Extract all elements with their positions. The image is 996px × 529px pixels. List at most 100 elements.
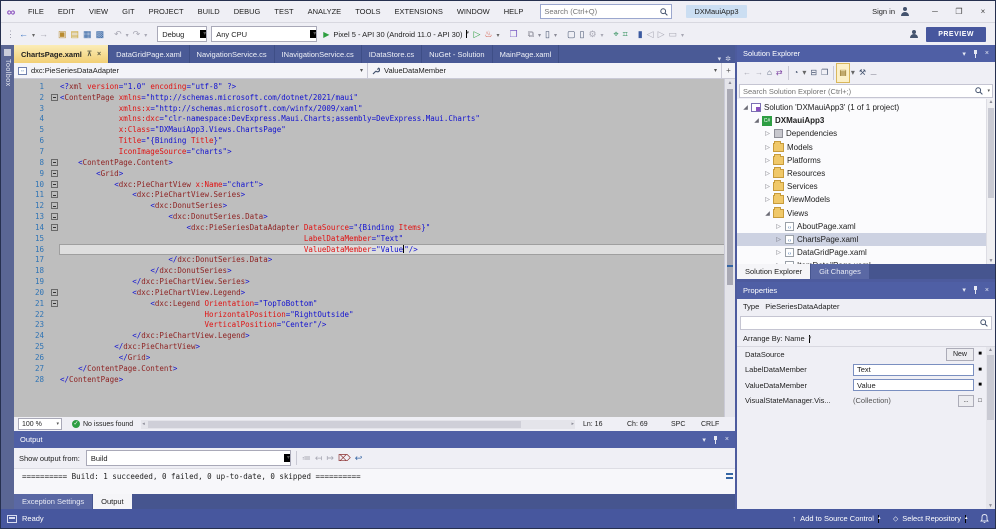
editor-zoom-dropdown[interactable]: 100 %▾ bbox=[18, 418, 62, 430]
code-line-14[interactable]: 14 <dxc:PieSeriesDataAdapter DataSource=… bbox=[14, 222, 724, 233]
scroll-right-icon[interactable]: ▸ bbox=[571, 420, 574, 429]
collapse-region-icon[interactable] bbox=[51, 202, 58, 209]
save-icon[interactable]: ▦ bbox=[81, 29, 94, 39]
code-line-1[interactable]: 1<?xml version="1.0" encoding="utf-8" ?> bbox=[14, 81, 724, 92]
redo-dropdown-icon[interactable]: ▾ bbox=[142, 33, 149, 39]
tree-item-models[interactable]: ▷Models bbox=[737, 141, 995, 154]
sign-in-link[interactable]: Sign in bbox=[872, 7, 895, 16]
scrollbar-thumb[interactable] bbox=[727, 89, 733, 285]
code-line-2[interactable]: 2<ContentPage xmlns="http://schemas.micr… bbox=[14, 92, 724, 103]
solution-explorer-header[interactable]: Solution Explorer ▾ × bbox=[737, 45, 995, 62]
hot-reload-dropdown-icon[interactable]: ▾ bbox=[494, 33, 501, 39]
property-marker[interactable]: ■ bbox=[974, 367, 986, 373]
output-source-dropdown[interactable]: Build▾ bbox=[86, 450, 291, 466]
tree-item-datagridpage-xaml[interactable]: ▷DataGridPage.xaml bbox=[737, 246, 995, 259]
solution-search-input[interactable] bbox=[740, 87, 975, 96]
tab-list-chevron-icon[interactable]: ▾ bbox=[718, 55, 722, 63]
property-marker[interactable]: ■ bbox=[974, 382, 986, 388]
undo-dropdown-icon[interactable]: ▾ bbox=[124, 33, 131, 39]
menu-item-git[interactable]: GIT bbox=[115, 1, 142, 22]
code-line-23[interactable]: 23 VerticalPosition="Center"/> bbox=[14, 320, 724, 331]
se-pending-changes-filter-icon[interactable]: ◔ bbox=[792, 64, 801, 82]
fold-margin[interactable] bbox=[48, 191, 60, 198]
code-line-12[interactable]: 12 <dxc:DonutSeries> bbox=[14, 200, 724, 211]
collapse-region-icon[interactable] bbox=[51, 300, 58, 307]
fold-margin[interactable] bbox=[48, 213, 60, 220]
code-line-10[interactable]: 10 <dxc:PieChartView x:Name="chart"> bbox=[14, 179, 724, 190]
new-project-icon[interactable]: ▣ bbox=[56, 29, 69, 39]
collapse-region-icon[interactable] bbox=[51, 191, 58, 198]
hot-reload-flame-icon[interactable]: ♨ bbox=[482, 29, 494, 39]
menu-item-extensions[interactable]: EXTENSIONS bbox=[387, 1, 449, 22]
collapse-region-icon[interactable] bbox=[51, 213, 58, 220]
pin-icon[interactable]: ⊼ bbox=[87, 50, 92, 58]
expander-icon[interactable]: ▷ bbox=[774, 223, 783, 230]
se-back-icon[interactable]: ← bbox=[741, 64, 753, 82]
output-clear-all-icon[interactable]: ⌦ bbox=[336, 453, 353, 463]
code-line-22[interactable]: 22 HorizontalPosition="RightOutside" bbox=[14, 309, 724, 320]
output-word-wrap-icon[interactable]: ↩ bbox=[353, 453, 365, 463]
se-show-all-dropdown-icon[interactable]: ▾ bbox=[849, 64, 857, 82]
expander-icon[interactable]: ▷ bbox=[763, 144, 772, 151]
menu-item-test[interactable]: TEST bbox=[267, 1, 300, 22]
device-dropdown-icon[interactable]: ▾ bbox=[552, 33, 559, 39]
code-line-19[interactable]: 19 </dxc:PieChartView.Series> bbox=[14, 276, 724, 287]
se-filter-dropdown-icon[interactable]: ▾ bbox=[800, 64, 808, 82]
ellipsis-button[interactable]: ... bbox=[958, 395, 974, 407]
se-show-all-files-icon[interactable]: ▤ bbox=[837, 64, 849, 82]
properties-header[interactable]: Properties ▾ × bbox=[737, 282, 995, 299]
toolbar-grip-icon[interactable]: ⋮ bbox=[4, 29, 17, 39]
menu-item-view[interactable]: VIEW bbox=[82, 1, 115, 22]
code-line-4[interactable]: 4 xmlns:dxc="clr-namespace:DevExpress.Ma… bbox=[14, 114, 724, 125]
fold-margin[interactable] bbox=[48, 170, 60, 177]
chevron-down-icon[interactable]: ▾ bbox=[985, 88, 992, 94]
solution-configuration-dropdown[interactable]: Debug▾ bbox=[157, 26, 207, 42]
expander-icon[interactable]: ▷ bbox=[763, 183, 772, 190]
start-debugging-button[interactable]: ▶ Pixel 5 - API 30 (Android 11.0 - API 3… bbox=[319, 30, 471, 39]
tab-chartspage-xaml[interactable]: ChartsPage.xaml⊼× bbox=[14, 45, 109, 63]
tab-mainpage-xaml[interactable]: MainPage.xaml bbox=[493, 45, 560, 63]
menu-item-window[interactable]: WINDOW bbox=[450, 1, 497, 22]
code-line-20[interactable]: 20 <dxc:PieChartView.Legend> bbox=[14, 287, 724, 298]
code-line-26[interactable]: 26 </Grid> bbox=[14, 352, 724, 363]
code-line-8[interactable]: 8 <ContentPage.Content> bbox=[14, 157, 724, 168]
se-sync-with-active-document-icon[interactable]: ⇄ bbox=[774, 64, 785, 82]
menu-item-analyze[interactable]: ANALYZE bbox=[301, 1, 349, 22]
restore-button[interactable]: ❐ bbox=[947, 1, 971, 22]
se-home-icon[interactable]: ⌂ bbox=[765, 64, 774, 82]
chevron-down-icon[interactable]: ▾ bbox=[702, 436, 706, 444]
preview-features-button[interactable]: PREVIEW bbox=[926, 27, 986, 42]
new-datasource-button[interactable]: New bbox=[946, 348, 974, 361]
spaces-indicator[interactable]: SPC bbox=[671, 421, 701, 428]
tab-nuget-solution[interactable]: NuGet - Solution bbox=[422, 45, 492, 63]
se-collapse-all-icon[interactable]: ⊟ bbox=[808, 64, 819, 82]
menu-item-tools[interactable]: TOOLS bbox=[348, 1, 387, 22]
expander-icon[interactable]: ▷ bbox=[774, 249, 783, 256]
code-line-18[interactable]: 18 </dxc:DonutSeries> bbox=[14, 265, 724, 276]
navigate-backward-icon[interactable]: ← bbox=[17, 29, 30, 39]
collapse-region-icon[interactable] bbox=[51, 224, 58, 231]
tree-item-views[interactable]: ◢Views bbox=[737, 207, 995, 220]
expander-icon[interactable]: ▷ bbox=[763, 170, 772, 177]
code-line-24[interactable]: 24 </dxc:PieChartView.Legend> bbox=[14, 330, 724, 341]
tab-inavigationservice-cs[interactable]: INavigationService.cs bbox=[275, 45, 362, 63]
se-properties-wrench-icon[interactable]: ⚒ bbox=[857, 64, 868, 82]
close-button[interactable]: × bbox=[971, 1, 995, 22]
arrange-by-dropdown[interactable]: Arrange By: Name ▾ bbox=[737, 332, 995, 347]
output-prev-message-icon[interactable]: ↤ bbox=[313, 453, 325, 463]
line-ending-indicator[interactable]: CRLF bbox=[701, 421, 735, 428]
mirror-dropdown-icon[interactable]: ▾ bbox=[599, 33, 606, 39]
code-line-16[interactable]: 16 ValueDataMember="Value"/> bbox=[14, 244, 724, 255]
code-line-11[interactable]: 11 <dxc:PieChartView.Series> bbox=[14, 189, 724, 200]
navigate-forward-icon[interactable]: → bbox=[37, 29, 50, 39]
menu-item-help[interactable]: HELP bbox=[497, 1, 531, 22]
se-forward-icon[interactable]: → bbox=[753, 64, 765, 82]
menu-item-file[interactable]: FILE bbox=[21, 1, 51, 22]
tab-idatastore-cs[interactable]: IDataStore.cs bbox=[362, 45, 422, 63]
collapse-region-icon[interactable] bbox=[51, 159, 58, 166]
output-log[interactable]: ========== Build: 1 succeeded, 0 failed,… bbox=[14, 468, 735, 494]
menu-item-project[interactable]: PROJECT bbox=[142, 1, 191, 22]
expander-icon[interactable]: ▷ bbox=[763, 157, 772, 164]
output-find-message-icon[interactable]: ≔ bbox=[300, 453, 313, 463]
xaml-live-preview-icon[interactable]: ❒ bbox=[507, 29, 519, 39]
